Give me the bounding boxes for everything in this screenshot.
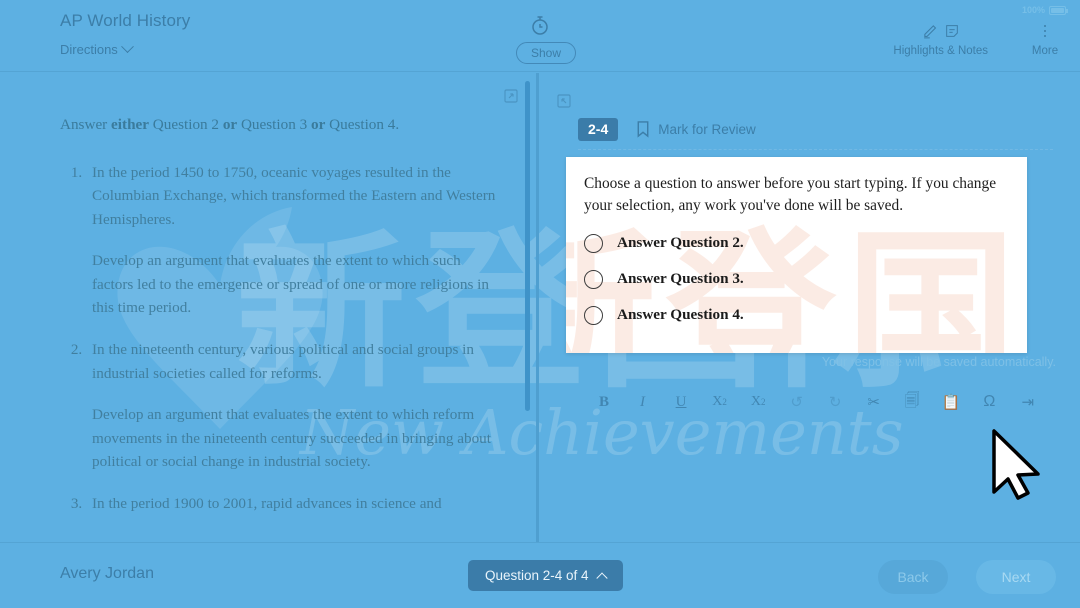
option-answer-question-3[interactable]: Answer Question 3. xyxy=(584,269,1007,289)
radio-button-icon[interactable] xyxy=(584,233,603,253)
question-stem: In the nineteenth century, various polit… xyxy=(92,340,474,382)
question-navigator-button[interactable]: Question 2-4 of 4 xyxy=(468,560,623,591)
more-label: More xyxy=(1031,45,1059,57)
underline-button[interactable]: U xyxy=(668,389,694,415)
option-answer-question-2[interactable]: Answer Question 2. xyxy=(584,233,1007,253)
cut-button[interactable]: ✂ xyxy=(861,389,887,415)
list-item: In the period 1900 to 2001, rapid advanc… xyxy=(86,492,502,516)
question-task: Develop an argument that evaluates the e… xyxy=(92,252,489,317)
intro-or2: or xyxy=(311,116,326,133)
radio-button-icon[interactable] xyxy=(584,305,603,325)
question-stem: In the period 1450 to 1750, oceanic voya… xyxy=(92,163,496,228)
undo-button[interactable]: ↺ xyxy=(784,389,810,415)
option-label: Answer Question 3. xyxy=(617,270,744,288)
vertical-dots-icon xyxy=(1022,20,1068,42)
special-char-button[interactable]: Ω xyxy=(976,389,1002,415)
option-label: Answer Question 4. xyxy=(617,306,744,324)
directions-label: Directions xyxy=(60,42,118,57)
indent-button[interactable]: ⇥ xyxy=(1015,389,1041,415)
intro-suffix: Question 4. xyxy=(325,116,400,133)
list-item: In the nineteenth century, various polit… xyxy=(86,338,502,474)
subscript-button[interactable]: X2 xyxy=(745,389,771,415)
question-stem: In the period 1900 to 2001, rapid advanc… xyxy=(92,494,442,512)
next-button[interactable]: Next xyxy=(976,560,1056,594)
question-header-bar: 2-4 Mark for Review xyxy=(578,118,1053,151)
option-answer-question-4[interactable]: Answer Question 4. xyxy=(584,305,1007,325)
intro-either: either xyxy=(111,116,149,133)
intro-mid1: Question 2 xyxy=(149,116,223,133)
rich-text-toolbar: B I U X 2 X 2 ↺ ↻ ✂ 🗐 📋 Ω ⇥ xyxy=(591,389,1041,415)
app-footer: Avery Jordan Question 2-4 of 4 Back Next xyxy=(0,542,1080,608)
show-timer-button[interactable]: Show xyxy=(516,42,577,64)
bookmark-icon xyxy=(637,121,649,138)
highlighter-pen-icon xyxy=(923,24,936,38)
bold-button[interactable]: B xyxy=(591,389,617,415)
left-pane-scrollbar[interactable] xyxy=(525,81,530,534)
dialog-prompt-text: Choose a question to answer before you s… xyxy=(584,175,997,214)
question-choice-dialog: 新登国际 Choose a question to answer before … xyxy=(566,157,1027,353)
mark-for-review-label: Mark for Review xyxy=(658,122,756,138)
option-label: Answer Question 2. xyxy=(617,234,744,252)
app-header: AP World History Directions Show 100% Hi… xyxy=(0,0,1080,72)
student-name: Avery Jordan xyxy=(60,565,154,582)
paste-button[interactable]: 📋 xyxy=(938,389,964,415)
back-button[interactable]: Back xyxy=(878,560,948,594)
sticky-note-icon xyxy=(945,25,958,37)
question-task: Develop an argument that evaluates the e… xyxy=(92,406,491,471)
question-number-badge: 2-4 xyxy=(578,118,619,142)
redo-button[interactable]: ↻ xyxy=(822,389,848,415)
question-list: In the period 1450 to 1750, oceanic voya… xyxy=(86,161,502,516)
mark-for-review-button[interactable]: Mark for Review xyxy=(636,121,756,138)
chevron-down-icon xyxy=(120,40,134,54)
highlights-and-notes-button[interactable]: Highlights & Notes xyxy=(893,20,988,57)
intro-mid2: Question 3 xyxy=(237,116,311,133)
intro-or1: or xyxy=(222,116,238,133)
answer-instruction: Answer either Question 2 or Question 3 o… xyxy=(60,113,502,137)
highlights-label: Highlights & Notes xyxy=(893,45,988,57)
scrollbar-thumb[interactable] xyxy=(525,81,530,411)
copy-button[interactable]: 🗐 xyxy=(899,389,925,415)
page-title: AP World History xyxy=(60,11,191,30)
radio-button-icon[interactable] xyxy=(584,269,603,289)
directions-dropdown[interactable]: Directions xyxy=(60,40,134,57)
italic-button[interactable]: I xyxy=(630,389,656,415)
question-stimulus-panel: Answer either Question 2 or Question 3 o… xyxy=(0,73,536,542)
autosave-notice: Your response will be saved automaticall… xyxy=(821,355,1056,369)
superscript-button[interactable]: X2 xyxy=(707,389,733,415)
battery-full-icon xyxy=(1049,5,1068,15)
question-navigator-label: Question 2-4 of 4 xyxy=(485,568,589,583)
more-menu-button[interactable]: More xyxy=(1022,20,1068,57)
pane-divider[interactable] xyxy=(536,73,539,542)
intro-prefix: Answer xyxy=(60,116,112,133)
battery-status: 100% xyxy=(1021,5,1068,15)
stopwatch-icon[interactable] xyxy=(528,13,552,37)
test-application-window: 新登国际 New Achievements AP World History D… xyxy=(0,0,1080,608)
chevron-up-icon xyxy=(595,571,608,584)
battery-percent-label: 100% xyxy=(1021,5,1045,15)
list-item: In the period 1450 to 1750, oceanic voya… xyxy=(86,161,502,320)
